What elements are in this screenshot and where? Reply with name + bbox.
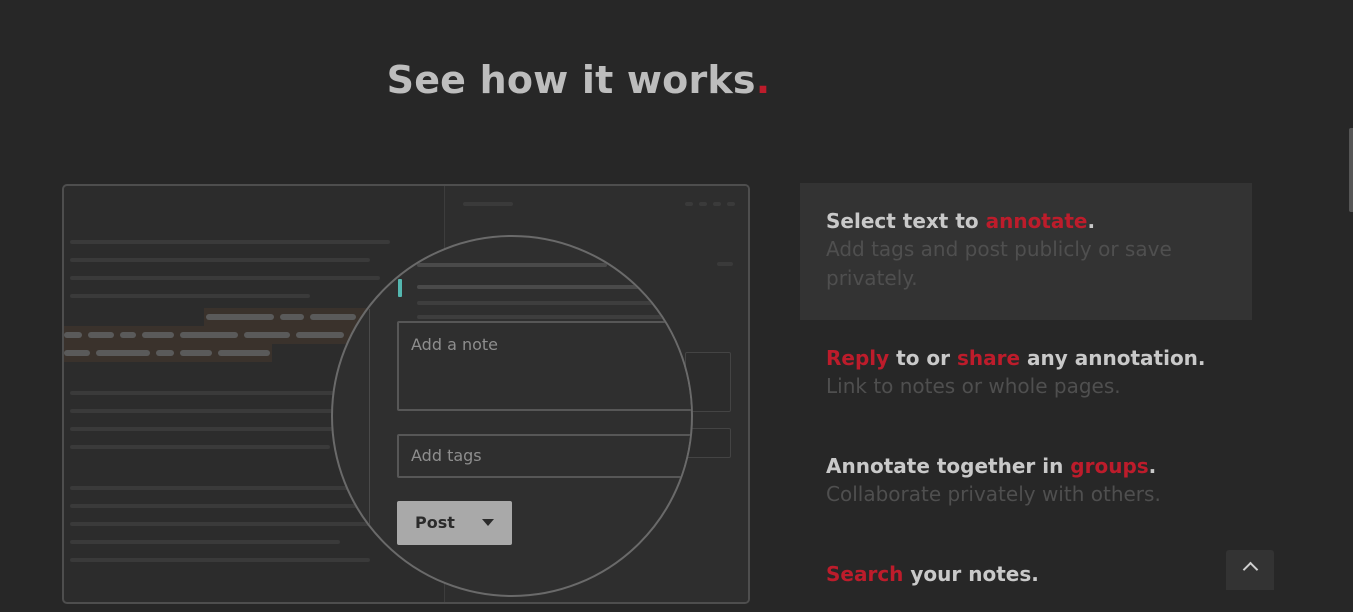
text-cursor: [398, 279, 402, 297]
feature-title: Select text to annotate.: [826, 207, 1226, 235]
title-text: Annotate together in: [826, 454, 1071, 478]
feature-annotate[interactable]: Select text to annotate. Add tags and po…: [800, 183, 1252, 320]
magnifier-lens: Add a note Add tags Post: [331, 235, 693, 597]
feature-search[interactable]: Search your notes.: [800, 536, 1252, 612]
caret-down-icon[interactable]: [482, 519, 494, 526]
feature-title: Annotate together in groups.: [826, 452, 1226, 480]
chevron-up-icon: [1242, 561, 1259, 578]
title-accent: Reply: [826, 346, 890, 370]
mag-divider: [369, 309, 370, 595]
mag-text-line: [417, 301, 691, 305]
feature-desc: Link to notes or whole pages.: [826, 374, 1121, 398]
title-accent: groups: [1070, 454, 1149, 478]
post-button[interactable]: Post: [397, 501, 512, 545]
title-text: Select text to: [826, 209, 986, 233]
note-input[interactable]: Add a note: [397, 321, 691, 411]
feature-title: Reply to or share any annotation.: [826, 344, 1226, 372]
feature-reply-share[interactable]: Reply to or share any annotation. Link t…: [800, 320, 1252, 425]
title-text: .: [1087, 209, 1096, 233]
mag-text-line: [417, 285, 691, 289]
page-title-dot: .: [755, 58, 771, 102]
page-title: See how it works.: [0, 58, 1157, 102]
feature-groups[interactable]: Annotate together in groups. Collaborate…: [800, 428, 1252, 533]
feature-desc: Add tags and post publicly or save priva…: [826, 237, 1172, 290]
title-accent: annotate: [985, 209, 1088, 233]
page-title-text: See how it works: [386, 58, 756, 102]
scroll-to-top-button[interactable]: [1226, 550, 1274, 590]
tags-placeholder: Add tags: [411, 446, 482, 465]
mag-text-line: [417, 315, 691, 319]
mag-text-line: [417, 263, 607, 267]
note-placeholder: Add a note: [411, 335, 498, 354]
feature-title: Search your notes.: [826, 560, 1226, 588]
title-accent: share: [956, 346, 1021, 370]
post-label: Post: [415, 513, 455, 532]
title-text: your notes.: [903, 562, 1039, 586]
title-accent: Search: [826, 562, 904, 586]
title-text: any annotation.: [1020, 346, 1206, 370]
feature-desc: Collaborate privately with others.: [826, 482, 1161, 506]
tags-input[interactable]: Add tags: [397, 434, 691, 478]
page-scrollbar[interactable]: [1349, 128, 1353, 212]
title-text: .: [1148, 454, 1157, 478]
title-text: to or: [889, 346, 957, 370]
